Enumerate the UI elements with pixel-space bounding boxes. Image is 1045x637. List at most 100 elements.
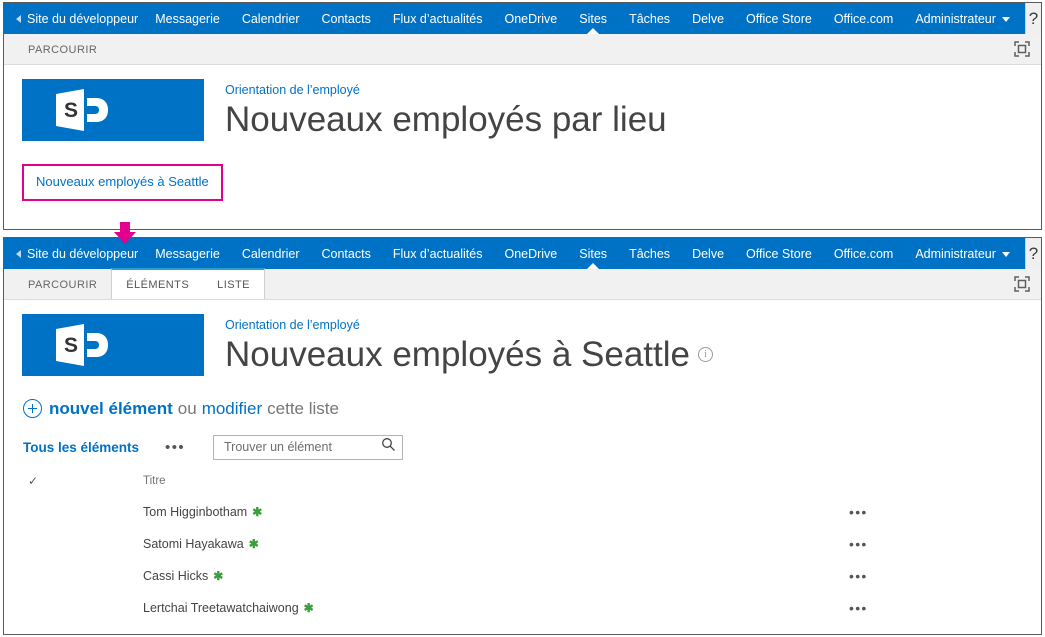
row-select-cell[interactable] bbox=[4, 593, 113, 625]
suite-link-onedrive[interactable]: OneDrive bbox=[493, 238, 568, 269]
list-header: ✓ Titre bbox=[4, 474, 1041, 497]
table-row[interactable]: Cassi Hicks ✱ ••• bbox=[4, 561, 1041, 593]
suite-link-office-com[interactable]: Office.com bbox=[823, 238, 905, 269]
row-title-cell[interactable]: Tom Higginbotham ✱ bbox=[113, 497, 849, 529]
page-title-text: Nouveaux employés à Seattle bbox=[225, 335, 690, 374]
command-this-list-text: cette liste bbox=[267, 398, 339, 418]
sharepoint-logo-top: S bbox=[22, 79, 204, 141]
link-nouveaux-employes-seattle[interactable]: Nouveaux employés à Seattle bbox=[36, 174, 209, 189]
breadcrumb-top[interactable]: Orientation de l’employé bbox=[225, 83, 360, 97]
suite-link-label: Flux d’actualités bbox=[392, 11, 483, 26]
ribbon-tab-label: LISTE bbox=[217, 279, 250, 291]
suite-link-messagerie[interactable]: Messagerie bbox=[144, 238, 231, 269]
page-title-bottom: Nouveaux employés à Seattle i bbox=[225, 334, 713, 377]
ellipsis-icon[interactable]: ••• bbox=[849, 600, 868, 616]
current-view-link[interactable]: Tous les éléments bbox=[23, 440, 139, 455]
account-label: Administrateur bbox=[915, 246, 996, 261]
search-box[interactable] bbox=[213, 434, 404, 460]
ribbon-contextual-group: ÉLÉMENTS LISTE bbox=[111, 268, 265, 299]
row-menu-cell[interactable]: ••• bbox=[849, 593, 1041, 625]
chevron-down-icon bbox=[1001, 17, 1010, 22]
suite-link-office-store[interactable]: Office Store bbox=[735, 3, 823, 34]
row-select-cell[interactable] bbox=[4, 529, 113, 561]
table-row[interactable]: Satomi Hayakawa ✱ ••• bbox=[4, 529, 1041, 561]
highlight-callout-box: Nouveaux employés à Seattle bbox=[22, 163, 223, 201]
suite-link-taches[interactable]: Tâches bbox=[618, 238, 681, 269]
suite-link-office-com[interactable]: Office.com bbox=[823, 3, 905, 34]
list-body: Tom Higginbotham ✱ ••• Satomi Hayakawa ✱ •… bbox=[4, 497, 1041, 625]
suite-link-calendrier[interactable]: Calendrier bbox=[231, 238, 311, 269]
search-icon[interactable] bbox=[381, 437, 396, 457]
suite-link-delve[interactable]: Delve bbox=[681, 3, 735, 34]
suite-link-sites[interactable]: Sites bbox=[568, 3, 618, 34]
screenshot-root: Site du développeur Messagerie Calendrie… bbox=[0, 0, 1045, 637]
ellipsis-icon[interactable]: ••• bbox=[849, 504, 868, 520]
help-label: ? bbox=[1028, 243, 1039, 263]
suite-site-link-top[interactable]: Site du développeur bbox=[4, 3, 144, 34]
help-button-top[interactable]: ? bbox=[1024, 3, 1041, 34]
help-button-bottom[interactable]: ? bbox=[1024, 238, 1041, 269]
row-title-text: Cassi Hicks bbox=[143, 569, 209, 584]
view-more-ellipsis-icon[interactable]: ••• bbox=[165, 440, 185, 455]
edit-list-link[interactable]: modifier bbox=[202, 399, 262, 419]
ribbon-tab-label: ÉLÉMENTS bbox=[126, 279, 190, 291]
ellipsis-icon[interactable]: ••• bbox=[849, 568, 868, 584]
info-icon[interactable]: i bbox=[698, 347, 713, 362]
row-select-cell[interactable] bbox=[4, 497, 113, 529]
focus-on-content-icon-bottom[interactable] bbox=[1011, 273, 1033, 295]
table-row[interactable]: Lertchai Treetawatchaiwong ✱ ••• bbox=[4, 593, 1041, 625]
suite-link-label: Messagerie bbox=[155, 246, 220, 261]
row-title-cell[interactable]: Cassi Hicks ✱ bbox=[113, 561, 849, 593]
suite-link-contacts[interactable]: Contacts bbox=[311, 238, 382, 269]
ribbon-tab-liste[interactable]: LISTE bbox=[203, 270, 264, 299]
table-row[interactable]: Tom Higginbotham ✱ ••• bbox=[4, 497, 1041, 529]
suite-link-label: Tâches bbox=[629, 246, 671, 261]
column-header-titre[interactable]: Titre bbox=[113, 474, 849, 497]
ribbon-tabs-top: PARCOURIR bbox=[4, 34, 111, 64]
suite-link-label: Tâches bbox=[629, 11, 671, 26]
account-menu-bottom[interactable]: Administrateur bbox=[904, 238, 1021, 269]
suite-nav-links-top: Messagerie Calendrier Contacts Flux d’ac… bbox=[144, 3, 1025, 34]
new-item-icon: ✱ bbox=[252, 505, 263, 520]
suite-link-label: OneDrive bbox=[504, 246, 558, 261]
row-title-cell[interactable]: Satomi Hayakawa ✱ bbox=[113, 529, 849, 561]
suite-link-calendrier[interactable]: Calendrier bbox=[231, 3, 311, 34]
checkmark-icon: ✓ bbox=[28, 473, 39, 488]
row-menu-cell[interactable]: ••• bbox=[849, 497, 1041, 529]
suite-link-sites[interactable]: Sites bbox=[568, 238, 618, 269]
row-title-cell[interactable]: Lertchai Treetawatchaiwong ✱ bbox=[113, 593, 849, 625]
ribbon-tab-parcourir-top[interactable]: PARCOURIR bbox=[14, 34, 111, 64]
suite-link-label: Sites bbox=[579, 11, 608, 26]
column-header-menu bbox=[849, 474, 1041, 497]
callout-wrapper: Nouveaux employés à Seattle bbox=[4, 142, 1041, 201]
row-title-text: Lertchai Treetawatchaiwong bbox=[143, 601, 299, 616]
suite-link-flux-actualites[interactable]: Flux d’actualités bbox=[382, 3, 494, 34]
suite-link-contacts[interactable]: Contacts bbox=[311, 3, 382, 34]
sharepoint-logo-bottom: S bbox=[22, 314, 204, 376]
ribbon-tab-label: PARCOURIR bbox=[28, 43, 98, 56]
ellipsis-icon[interactable]: ••• bbox=[849, 536, 868, 552]
suite-link-office-store[interactable]: Office Store bbox=[735, 238, 823, 269]
suite-link-label: OneDrive bbox=[504, 11, 558, 26]
account-menu-top[interactable]: Administrateur bbox=[904, 3, 1021, 34]
focus-on-content-icon-top[interactable] bbox=[1011, 38, 1033, 60]
suite-link-onedrive[interactable]: OneDrive bbox=[493, 3, 568, 34]
breadcrumb-bottom[interactable]: Orientation de l’employé bbox=[225, 318, 360, 332]
suite-link-messagerie[interactable]: Messagerie bbox=[144, 3, 231, 34]
suite-link-label: Office Store bbox=[746, 11, 812, 26]
items-list-table: ✓ Titre Tom Higginbotham ✱ ••• Satomi Hay… bbox=[4, 474, 1041, 625]
row-menu-cell[interactable]: ••• bbox=[849, 529, 1041, 561]
ribbon-tab-row-bottom: PARCOURIR ÉLÉMENTS LISTE bbox=[4, 268, 1041, 300]
row-menu-cell[interactable]: ••• bbox=[849, 561, 1041, 593]
suite-link-taches[interactable]: Tâches bbox=[618, 3, 681, 34]
svg-text:S: S bbox=[64, 99, 78, 122]
search-input[interactable] bbox=[222, 439, 382, 456]
select-all-column-header[interactable]: ✓ bbox=[4, 474, 113, 497]
suite-link-delve[interactable]: Delve bbox=[681, 238, 735, 269]
new-item-link[interactable]: nouvel élément bbox=[49, 399, 173, 419]
ribbon-tab-parcourir-bottom[interactable]: PARCOURIR bbox=[14, 269, 111, 299]
chevron-down-icon bbox=[1001, 252, 1010, 257]
ribbon-tab-elements[interactable]: ÉLÉMENTS bbox=[112, 270, 203, 299]
suite-link-flux-actualites[interactable]: Flux d’actualités bbox=[382, 238, 494, 269]
row-select-cell[interactable] bbox=[4, 561, 113, 593]
